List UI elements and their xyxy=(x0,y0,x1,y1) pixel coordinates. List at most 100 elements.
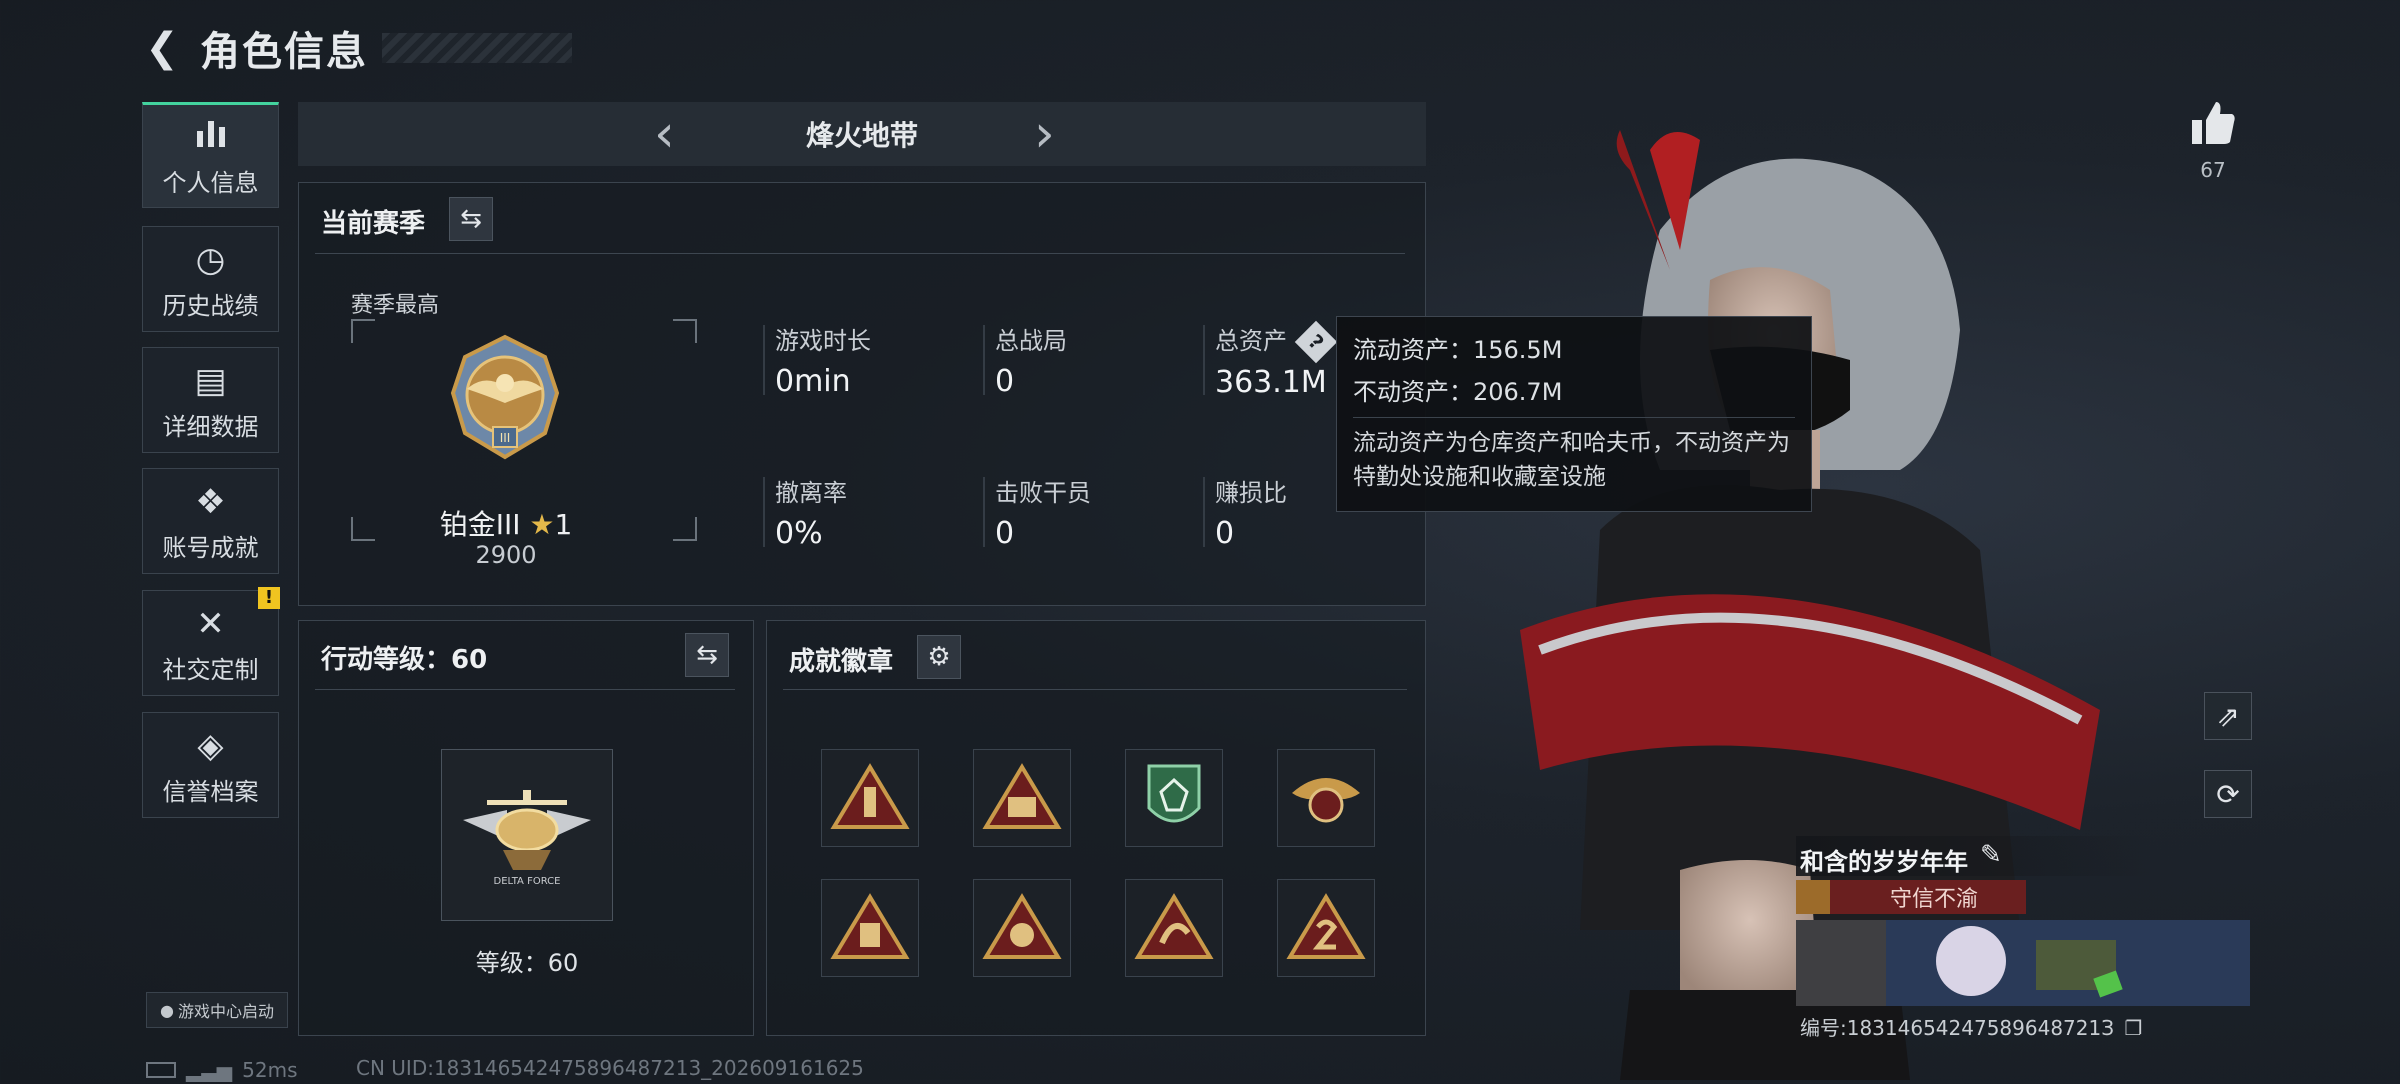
like-count: 67 xyxy=(2200,158,2226,182)
stat-value: 363.1M xyxy=(1215,365,1327,400)
stat-label: 游戏时长 xyxy=(775,327,871,355)
stat-kills: 击败干员 0 xyxy=(983,473,1091,551)
panel-title: 成就徽章 xyxy=(789,647,894,677)
stat-label: 击败干员 xyxy=(995,479,1091,507)
status-bar: ▂▃▅ 52ms xyxy=(146,1058,298,1082)
mode-title: 烽火地带 xyxy=(805,119,918,152)
sidebar-item-label: 历史战绩 xyxy=(162,291,259,320)
next-mode-button[interactable]: › xyxy=(1034,108,1055,160)
sidebar-item-label: 社交定制 xyxy=(162,655,259,684)
game-center-label: 游戏中心启动 xyxy=(177,1002,274,1021)
swap-level-button[interactable]: ⇆ xyxy=(685,633,729,677)
swap-season-button[interactable]: ⇆ xyxy=(449,197,493,241)
signal-icon: ▂▃▅ xyxy=(186,1058,233,1082)
sidebar-item-detail-data[interactable]: ▤ 详细数据 xyxy=(142,347,279,453)
sidebar-item-label: 信誉档案 xyxy=(162,777,259,806)
stat-label: 赚损比 xyxy=(1215,479,1287,507)
stat-total-assets: 总资产 ? 363.1M xyxy=(1203,320,1337,400)
level-emblem-icon: DELTA FORCE xyxy=(441,749,613,921)
back-arrow-icon[interactable]: ❮ xyxy=(140,25,184,71)
liquid-assets: 流动资产：156.5M xyxy=(1353,336,1563,364)
badge-settings-button[interactable]: ⚙ xyxy=(917,635,961,679)
prev-mode-button[interactable]: ‹ xyxy=(654,108,675,160)
current-season-panel: 当前赛季 ⇆ 赛季最高 III 铂金III ★1 2900 游戏时长 0min … xyxy=(298,182,1426,606)
sidebar-item-label: 个人信息 xyxy=(162,168,259,197)
thumbs-up-icon xyxy=(2188,98,2238,152)
page-header: ❮ 角色信息 xyxy=(140,18,572,78)
sidebar-item-history[interactable]: ◷ 历史战绩 xyxy=(142,226,279,332)
page-title: 角色信息 xyxy=(200,29,368,75)
bar-chart-icon xyxy=(194,115,228,159)
share-button[interactable]: ⇗ xyxy=(2204,692,2252,740)
sidebar-item-personal-info[interactable]: 个人信息 xyxy=(142,102,279,208)
panel-title: 当前赛季 xyxy=(321,209,426,239)
badge-slot[interactable] xyxy=(1277,749,1375,847)
stat-extract-rate: 撤离率 0% xyxy=(763,473,847,551)
like-button[interactable]: 67 xyxy=(2188,98,2238,182)
rank-stars: 1 xyxy=(554,508,573,541)
shield-icon: ◈ xyxy=(197,725,224,766)
rank-name-row: 铂金III ★1 xyxy=(409,503,603,543)
assets-description: 流动资产为仓库资产和哈夫币，不动资产为特勤处设施和收藏室设施 xyxy=(1353,430,1790,490)
reputation-tag-label: 守信不渝 xyxy=(1890,887,1979,912)
badge-slot[interactable] xyxy=(973,749,1071,847)
help-icon[interactable]: ? xyxy=(1294,320,1337,364)
panel-title: 行动等级：60 xyxy=(321,645,488,675)
stat-play-time: 游戏时长 0min xyxy=(763,321,871,399)
player-name: 和含的岁岁年年 xyxy=(1800,848,1968,876)
stat-value: 0 xyxy=(1215,516,1235,551)
reputation-emblem-icon xyxy=(1796,880,1830,914)
svg-text:III: III xyxy=(500,431,511,445)
assets-tooltip: 流动资产：156.5M 不动资产：206.7M 流动资产为仓库资产和哈夫币，不动… xyxy=(1336,316,1812,512)
ping-value: 52ms xyxy=(242,1058,298,1082)
stat-label: 总资产 xyxy=(1215,327,1287,355)
rank-emblem-icon: III xyxy=(445,333,565,467)
battery-icon xyxy=(146,1062,176,1078)
refresh-button[interactable]: ⟳ xyxy=(2204,770,2252,818)
sidebar-item-achievements[interactable]: ❖ 账号成就 xyxy=(142,468,279,574)
stat-value: 0% xyxy=(775,516,823,551)
stat-label: 撤离率 xyxy=(775,479,847,507)
reputation-tag: 守信不渝 xyxy=(1796,880,2026,914)
sidebar-item-reputation[interactable]: ◈ 信誉档案 xyxy=(142,712,279,818)
mode-selector: ‹ 烽火地带 › xyxy=(298,102,1426,166)
badge-slot[interactable] xyxy=(1277,879,1375,977)
achievements-panel: 成就徽章 ⚙ xyxy=(766,620,1426,1036)
sidebar-item-social[interactable]: ✕ 社交定制 ! xyxy=(142,587,280,696)
game-center-button[interactable]: ● 游戏中心启动 xyxy=(146,992,288,1028)
achievement-icon: ❖ xyxy=(195,481,226,522)
badge-slot[interactable] xyxy=(1125,749,1223,847)
folder-icon: ▤ xyxy=(194,360,227,401)
rank-name: 铂金III xyxy=(439,508,521,541)
stat-label: 总战局 xyxy=(995,327,1067,355)
season-best-label: 赛季最高 xyxy=(351,293,440,318)
uid-text: CN UID:183146542475896487213_20260916162… xyxy=(356,1056,864,1080)
edit-name-button[interactable]: ✎ xyxy=(1980,840,2002,870)
badge-slot[interactable] xyxy=(1125,879,1223,977)
stat-profit-ratio: 赚损比 0 xyxy=(1203,473,1287,551)
divider xyxy=(315,689,735,690)
title-decoration xyxy=(382,33,572,63)
divider xyxy=(783,689,1407,690)
badge-slot[interactable] xyxy=(973,879,1071,977)
tools-icon: ✕ xyxy=(196,603,225,644)
profile-banner xyxy=(1796,920,2250,1006)
copy-icon[interactable]: ❐ xyxy=(2124,1016,2142,1040)
star-icon: ★ xyxy=(529,508,555,541)
rank-score: 2900 xyxy=(475,541,537,569)
svg-text:DELTA FORCE: DELTA FORCE xyxy=(494,876,561,887)
divider xyxy=(315,253,1405,254)
player-card: 和含的岁岁年年 ✎ 守信不渝 编号:18314654247589648721З … xyxy=(1796,836,2250,1040)
badge-slot[interactable] xyxy=(821,879,919,977)
clock-icon: ◷ xyxy=(195,239,226,280)
alert-badge: ! xyxy=(258,587,280,609)
badge-slot[interactable] xyxy=(821,749,919,847)
action-level-panel: 行动等级：60 ⇆ DELTA FORCE 等级：60 xyxy=(298,620,754,1036)
banner-character xyxy=(1936,926,2006,996)
qq-icon: ● xyxy=(160,1000,174,1020)
sidebar-item-label: 详细数据 xyxy=(162,412,259,441)
stat-value: 0 xyxy=(995,516,1015,551)
sidebar-item-label: 账号成就 xyxy=(162,533,259,562)
stat-total-matches: 总战局 0 xyxy=(983,321,1067,399)
fixed-assets: 不动资产：206.7M xyxy=(1353,378,1563,406)
